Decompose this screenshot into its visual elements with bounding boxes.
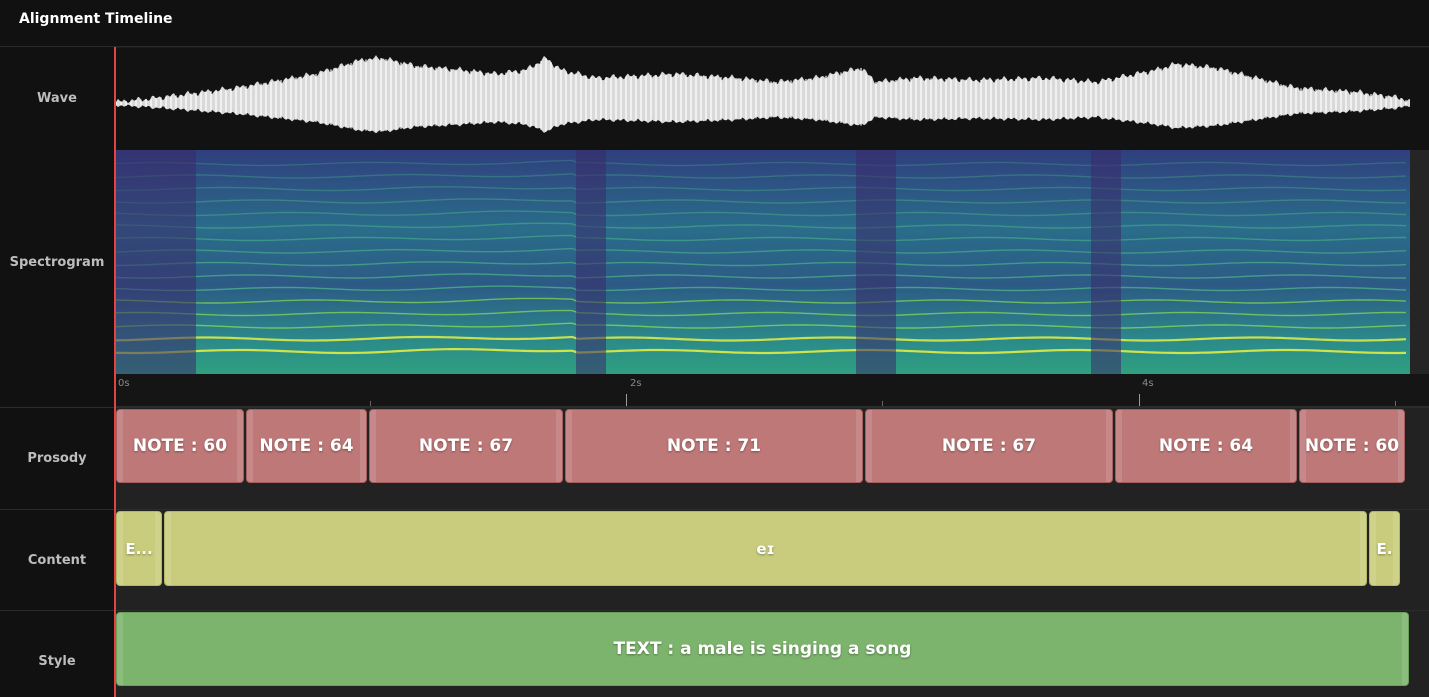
style-text-block[interactable]: TEXT : a male is singing a song xyxy=(116,612,1409,686)
waveform-display[interactable] xyxy=(115,48,1429,150)
spectrogram-shade xyxy=(856,150,896,374)
spectrogram-shade xyxy=(1091,150,1121,374)
time-ruler[interactable]: 0s 2s 4s xyxy=(116,374,1429,407)
row-label-prosody: Prosody xyxy=(27,451,87,466)
phoneme-block[interactable]: E. xyxy=(1369,511,1400,586)
tick-minor xyxy=(882,401,883,406)
spectrogram-shade xyxy=(576,150,606,374)
waveform-graphic xyxy=(115,55,1410,134)
note-block[interactable]: NOTE : 64 xyxy=(246,409,367,483)
note-block[interactable]: NOTE : 71 xyxy=(565,409,863,483)
row-label-style: Style xyxy=(38,654,76,669)
note-block[interactable]: NOTE : 60 xyxy=(116,409,244,483)
page-title: Alignment Timeline xyxy=(19,11,173,27)
tick-minor xyxy=(1395,401,1396,406)
alignment-timeline-app: Alignment Timeline Wave Spectrogram Pros… xyxy=(0,0,1429,697)
note-block[interactable]: NOTE : 67 xyxy=(865,409,1113,483)
spectrogram-display[interactable] xyxy=(116,150,1410,374)
row-label-content: Content xyxy=(27,553,87,568)
tick-label-4: 4s xyxy=(1142,378,1154,389)
note-block[interactable]: NOTE : 60 xyxy=(1299,409,1405,483)
tick-major-2s xyxy=(626,394,627,406)
prosody-track: NOTE : 60 NOTE : 64 NOTE : 67 NOTE : 71 … xyxy=(116,408,1429,509)
row-label-spectrogram: Spectrogram xyxy=(9,255,105,270)
spectrogram-graphic xyxy=(116,150,1410,374)
tick-major-4s xyxy=(1139,394,1140,406)
playhead-cursor[interactable] xyxy=(114,47,116,697)
style-track: TEXT : a male is singing a song xyxy=(116,611,1429,697)
row-label-wave: Wave xyxy=(37,91,77,106)
tick-label-2: 2s xyxy=(630,378,642,389)
spectrogram-padding xyxy=(1410,150,1429,374)
tick-label-0: 0s xyxy=(118,378,130,389)
tick-minor xyxy=(370,401,371,406)
note-block[interactable]: NOTE : 64 xyxy=(1115,409,1297,483)
spectrogram-shade xyxy=(116,150,196,374)
row-labels-column: Wave Spectrogram Prosody Content Style xyxy=(0,47,114,697)
content-track: E... eɪ E. xyxy=(116,510,1429,610)
note-block[interactable]: NOTE : 67 xyxy=(369,409,563,483)
phoneme-block[interactable]: eɪ xyxy=(164,511,1367,586)
phoneme-block[interactable]: E... xyxy=(116,511,162,586)
header-bar: Alignment Timeline xyxy=(0,0,1429,47)
